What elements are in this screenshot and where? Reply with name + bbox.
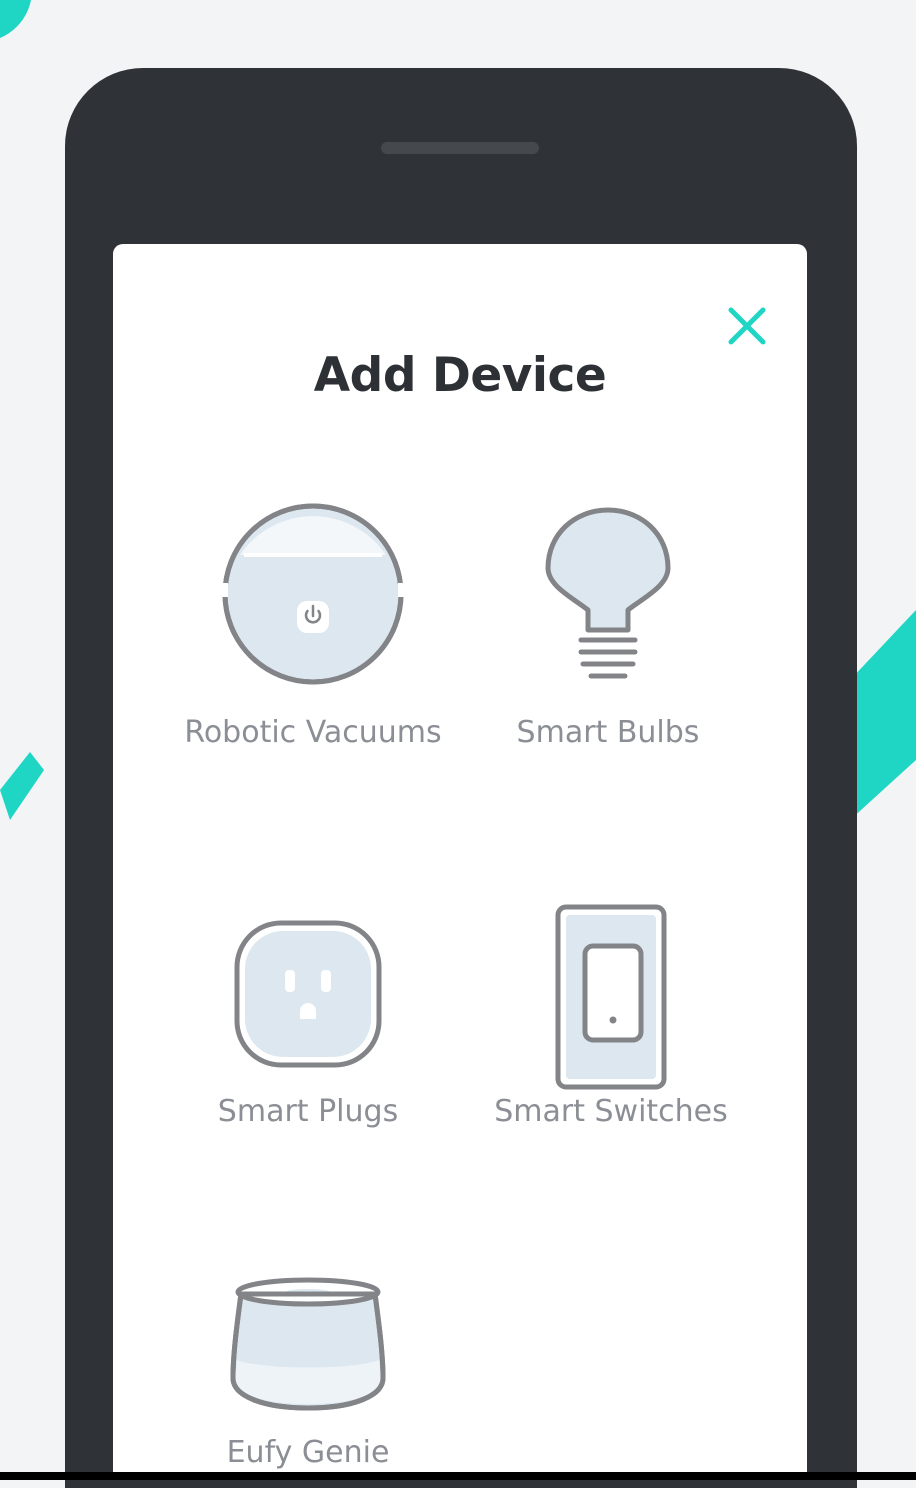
device-robotic-vacuums[interactable]: Robotic Vacuums (163, 499, 463, 769)
device-label: Smart Switches (494, 1094, 728, 1129)
close-button[interactable] (725, 304, 769, 348)
phone-frame: Add Device Robotic Vacuums Smart Bulbs S… (65, 68, 857, 1488)
accent-stripe-right (850, 610, 916, 820)
device-smart-plugs[interactable]: Smart Plugs (158, 919, 458, 1159)
power-outlet-icon (234, 920, 382, 1068)
device-label: Smart Bulbs (516, 715, 700, 750)
accent-blob-top-left (0, 0, 32, 38)
device-label: Smart Plugs (217, 1094, 399, 1129)
device-label: Robotic Vacuums (184, 715, 442, 750)
accent-stroke-left (0, 752, 44, 820)
smart-speaker-icon (230, 1277, 386, 1411)
device-label: Eufy Genie (226, 1435, 390, 1470)
light-bulb-icon (545, 507, 671, 679)
add-device-screen: Add Device Robotic Vacuums Smart Bulbs S… (113, 244, 807, 1480)
device-eufy-genie[interactable]: Eufy Genie (158, 1274, 458, 1480)
close-icon (728, 307, 766, 345)
phone-speaker (381, 142, 539, 154)
device-smart-switches[interactable]: Smart Switches (461, 904, 761, 1159)
page-title: Add Device (313, 348, 607, 403)
device-smart-bulbs[interactable]: Smart Bulbs (458, 506, 758, 766)
light-switch-icon (555, 904, 667, 1090)
bottom-edge (0, 1472, 916, 1480)
robot-vacuum-icon (218, 503, 408, 685)
